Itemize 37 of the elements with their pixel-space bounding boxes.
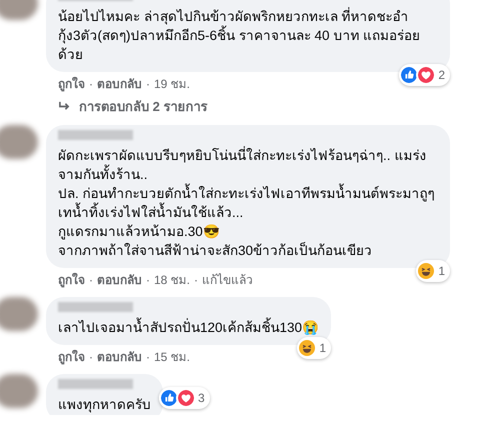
comment-text: กูแดรกมาแล้วหน้ามอ.30😎	[58, 222, 221, 240]
separator-dot: ·	[146, 348, 150, 366]
comment-text: ปล. ก่อนทำกะบวยตักน้ำใส่กะทะเร่งไฟเอาทีพรมน้ำมนต์พระมาถูๆเทน้ำทิ้งเร่งไฟใส่น้ำมันใช้แล้ว...	[58, 184, 436, 222]
reaction-badge[interactable]: 1	[416, 260, 450, 282]
separator-dot: ·	[89, 76, 93, 93]
reaction-count: 1	[319, 340, 326, 356]
action-link[interactable]: ถูกใจ	[58, 270, 85, 288]
view-replies-link[interactable]: การตอบกลับ 2 รายการ	[46, 97, 208, 116]
comment-text: แพงทุกหาดครับ	[58, 396, 151, 414]
timestamp: 15 ชม.	[154, 348, 190, 366]
separator-dot: ·	[89, 348, 93, 366]
separator-dot: ·	[194, 272, 198, 288]
comment-text: จากภาพถ้าใส่จานสีฟ้าน่าจะสัก30ข้าวก้อเป็นก้อนเขียว	[58, 241, 374, 260]
avatar[interactable]	[0, 124, 38, 158]
avatar[interactable]	[0, 296, 38, 330]
action-link[interactable]: ถูกใจ	[58, 75, 85, 93]
action-link[interactable]: ตอบกลับ	[97, 75, 142, 93]
timestamp: 18 ชม.	[154, 272, 190, 288]
avatar[interactable]	[0, 374, 38, 408]
reply-arrow-icon	[58, 101, 71, 112]
action-link[interactable]: ตอบกลับ	[97, 270, 142, 288]
separator-dot: ·	[89, 272, 93, 288]
edited-label: แก้ไขแล้ว	[202, 272, 254, 288]
reaction-count: 1	[438, 262, 445, 280]
comment-text: ผัดกะเพราผัดแบบรีบๆหยิบโน่นนี่ใส่กะทะเร่งไฟร้อนๆฉ่าๆ.. แมร่งจามกันทั้งร้าน..	[58, 146, 428, 184]
reaction-count: 3	[198, 390, 205, 406]
separator-dot: ·	[146, 76, 150, 93]
comment-text: เลาไปเจอมาน้ำสัปรถปั่น120เค้กส้มชิ้น130😭	[58, 318, 320, 336]
action-link[interactable]: ถูกใจ	[58, 348, 85, 366]
reaction-badge[interactable]: 1	[297, 336, 332, 358]
timestamp: 19 ชม.	[154, 76, 190, 93]
reaction-badge[interactable]: 2	[399, 64, 450, 86]
reaction-badge[interactable]: 3	[159, 386, 210, 408]
separator-dot: ·	[146, 272, 150, 288]
action-link[interactable]: ตอบกลับ	[97, 348, 142, 366]
reaction-count: 2	[438, 67, 445, 84]
comment-text: น้อยไปไหมคะ ล่าสุดไปกินข้าวผัดพริกหยวกทะเล ที่หาดชะอำ กุ้ง3ตัว(สดๆ)ปลาหมึกอีก5-6ชิ้น ราคาจานละ 40 บาท แถมอร่อยด้วย	[58, 7, 422, 64]
